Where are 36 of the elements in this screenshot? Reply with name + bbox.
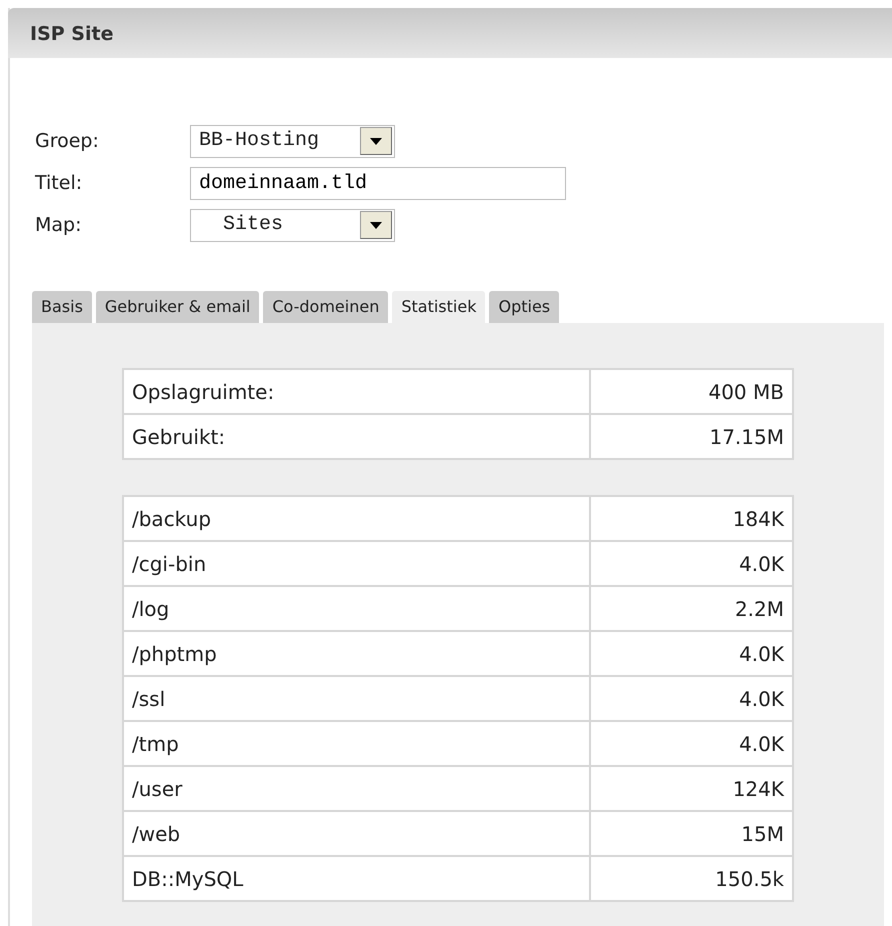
tab[interactable]: Basis (32, 291, 92, 323)
table-cell: /backup (123, 496, 590, 541)
table-cell: /phptmp (123, 631, 590, 676)
table-cell: 400 MB (590, 369, 793, 414)
table-cell: 4.0K (590, 631, 793, 676)
tab[interactable]: Gebruiker & email (96, 291, 260, 323)
table-cell: 4.0K (590, 721, 793, 766)
table-cell: Gebruikt: (123, 414, 590, 459)
panel-title: ISP Site (30, 23, 114, 45)
caret-icon (370, 138, 382, 144)
field-label: Map: (35, 212, 82, 238)
table-cell: 2.2M (590, 586, 793, 631)
dropdown[interactable]: Sites (190, 208, 395, 242)
table-cell: DB::MySQL (123, 856, 590, 901)
table-cell: /web (123, 811, 590, 856)
table-cell: 4.0K (590, 676, 793, 721)
tab[interactable]: Statistiek (392, 291, 486, 323)
field-label: Titel: (35, 170, 84, 196)
table-cell: 15M (590, 811, 793, 856)
dropdown[interactable]: BB-Hosting (190, 124, 395, 158)
table-cell: Opslagruimte: (123, 369, 590, 414)
table-cell: 124K (590, 766, 793, 811)
table-cell: /log (123, 586, 590, 631)
tab[interactable]: Co-domeinen (263, 291, 388, 323)
table-cell: 184K (590, 496, 793, 541)
table-cell: 17.15M (590, 414, 793, 459)
tab[interactable]: Opties (489, 291, 560, 323)
field-label: Groep: (35, 128, 100, 154)
table-cell: /ssl (123, 676, 590, 721)
table-cell: 150.5k (590, 856, 793, 901)
table-cell: /tmp (123, 721, 590, 766)
caret-icon (370, 222, 382, 228)
table-cell: 4.0K (590, 541, 793, 586)
table-cell: /user (123, 766, 590, 811)
input-field[interactable]: domeinnaam.tld (190, 166, 566, 200)
table-cell: /cgi-bin (123, 541, 590, 586)
